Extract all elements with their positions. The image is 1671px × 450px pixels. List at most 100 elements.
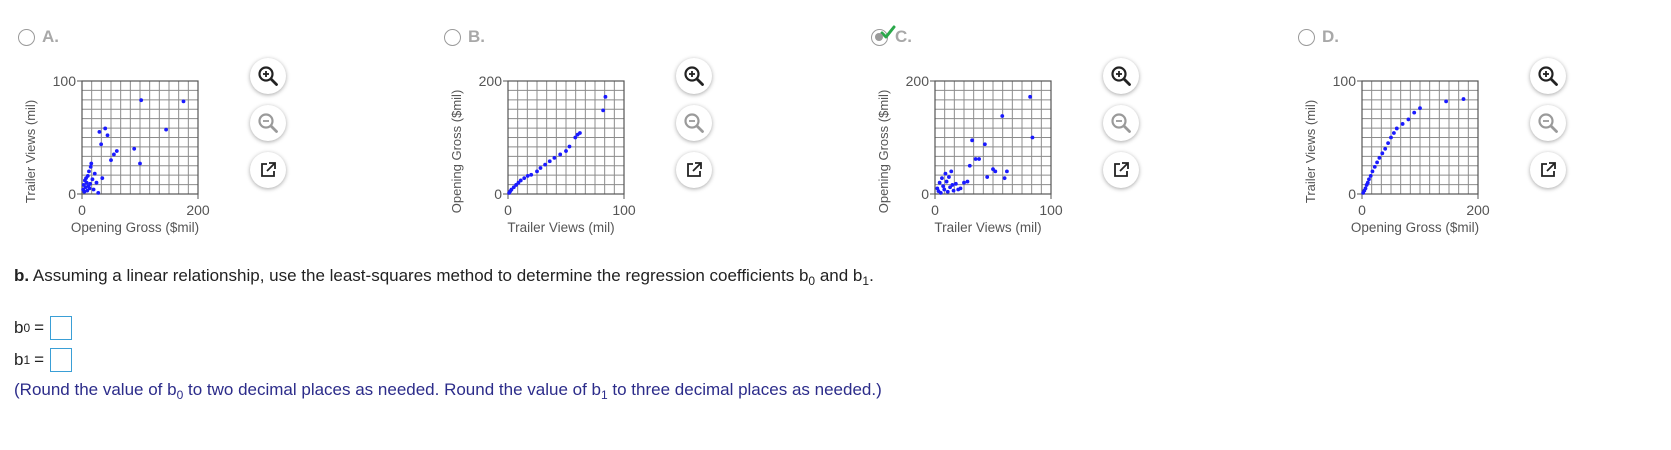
answer-row-b1: b1 =: [14, 348, 73, 372]
option-d-zoom-in-button[interactable]: [1530, 58, 1566, 94]
data-point: [529, 172, 534, 177]
x-tick-label: 200: [186, 202, 210, 218]
answer-row-b0: b0 =: [14, 316, 73, 340]
option-b-open-new-window-button[interactable]: [676, 152, 712, 188]
b0-input[interactable]: [50, 316, 73, 340]
data-point: [91, 187, 96, 192]
data-point: [1380, 151, 1385, 156]
data-point: [1375, 160, 1379, 165]
data-point: [112, 152, 116, 157]
hint-part-2: to two decimal places as needed. Round t…: [187, 380, 601, 399]
option-c-zoom-out-button[interactable]: [1103, 105, 1139, 141]
option-c-scatter-plot: 200 00 100 Trailer Views (mil) Opening Gross…: [876, 73, 1063, 235]
data-point: [138, 161, 142, 166]
data-point: [100, 176, 105, 181]
option-c-open-new-window-button[interactable]: [1103, 152, 1139, 188]
option-b: B. 200 0 0 100 Trailer Views (mil) Opening Gr…: [444, 0, 844, 250]
x-tick-label: 100: [1039, 202, 1063, 218]
hint-sub-1: 0: [176, 388, 184, 402]
data-point: [97, 129, 102, 134]
data-point: [1406, 117, 1411, 122]
question-body: Assuming a linear relationship, use the …: [32, 266, 809, 285]
option-d-zoom-out-button[interactable]: [1530, 105, 1566, 141]
data-point: [88, 181, 93, 186]
data-point: [1368, 174, 1373, 178]
option-b-zoom-out-button[interactable]: [676, 105, 712, 141]
y-tick-label: 200: [906, 73, 930, 89]
data-point: [993, 169, 998, 174]
x-tick-label: 0: [504, 202, 512, 218]
option-a-open-new-window-button[interactable]: [250, 152, 286, 188]
data-point: [1030, 135, 1035, 140]
option-c: C. 200 0 0 100 Trailer Views (mil) Opening Gr…: [871, 0, 1271, 250]
question-part-label: b.: [14, 266, 30, 285]
data-point: [1002, 176, 1007, 181]
data-point: [1377, 155, 1382, 160]
data-point: [164, 127, 169, 132]
data-point: [949, 169, 954, 174]
option-a-zoom-in-button[interactable]: [250, 58, 286, 94]
y-axis-label: Opening Gross ($mil): [876, 90, 891, 214]
x-tick-label: 0: [1358, 202, 1366, 218]
zoom-in-icon: [684, 66, 704, 86]
data-point: [132, 146, 137, 151]
data-point: [947, 175, 951, 179]
option-d-scatter-plot: 100 00 200 Opening Gross ($mil) Trailer View…: [1303, 73, 1490, 235]
zoom-out-icon: [1111, 113, 1131, 133]
x-axis-label: Opening Gross ($mil): [71, 220, 199, 235]
hint-part-3: to three decimal places as needed.): [612, 380, 882, 399]
hint-sub-2: 1: [600, 388, 608, 402]
option-a: A. 100 0 0 200 Opening Gross ($mil) Trailer V…: [18, 0, 418, 250]
x-axis-label: Trailer Views (mil): [934, 220, 1041, 235]
y-axis-label: Opening Gross ($mil): [449, 90, 464, 214]
hint-part-1: (Round the value of b: [14, 380, 177, 399]
data-point: [87, 169, 91, 174]
question-end: .: [869, 266, 874, 285]
zoom-in-icon: [258, 66, 278, 86]
data-point: [942, 187, 947, 192]
x-tick-label: 100: [612, 202, 636, 218]
data-point: [943, 171, 948, 176]
data-point: [99, 142, 104, 147]
data-point: [1370, 169, 1375, 174]
option-a-zoom-out-button[interactable]: [250, 105, 286, 141]
data-point: [87, 186, 92, 191]
data-point: [558, 152, 563, 157]
data-point: [1392, 131, 1396, 135]
data-point: [535, 169, 539, 174]
y-axis-label: Trailer Views (mil): [1303, 100, 1318, 203]
question-and: and b: [819, 266, 863, 285]
option-d-open-new-window-button[interactable]: [1530, 152, 1566, 188]
data-point: [967, 163, 972, 168]
data-point: [1461, 97, 1466, 101]
b1-input[interactable]: [50, 348, 73, 372]
data-point: [1372, 164, 1377, 169]
checkmark-icon: [880, 25, 896, 38]
x-tick-label: 200: [1466, 202, 1490, 218]
question-text: b. Assuming a linear relationship, use t…: [14, 266, 874, 287]
data-point: [1005, 169, 1009, 174]
data-point: [547, 159, 552, 164]
option-c-zoom-in-button[interactable]: [1103, 58, 1139, 94]
data-point: [601, 108, 606, 113]
zoom-in-icon: [1111, 66, 1131, 86]
data-point: [944, 179, 949, 184]
b1-equals: =: [34, 350, 45, 369]
data-point: [578, 131, 582, 135]
option-b-zoom-in-button[interactable]: [676, 58, 712, 94]
open-in-new-window-icon: [261, 162, 276, 177]
zoom-out-icon: [258, 113, 278, 133]
data-point: [114, 149, 119, 153]
data-point: [940, 176, 944, 181]
data-point: [941, 184, 946, 188]
data-point: [950, 183, 955, 187]
x-axis-label: Trailer Views (mil): [507, 220, 614, 235]
data-point: [103, 126, 108, 131]
data-point: [88, 164, 93, 169]
data-point: [84, 180, 89, 185]
x-axis-label: Opening Gross ($mil): [1351, 220, 1479, 235]
y-tick-label: 0: [1348, 186, 1356, 202]
y-tick-label: 100: [53, 73, 77, 89]
y-axis-label: Trailer Views (mil): [23, 100, 38, 203]
y-tick-label: 200: [479, 73, 503, 89]
